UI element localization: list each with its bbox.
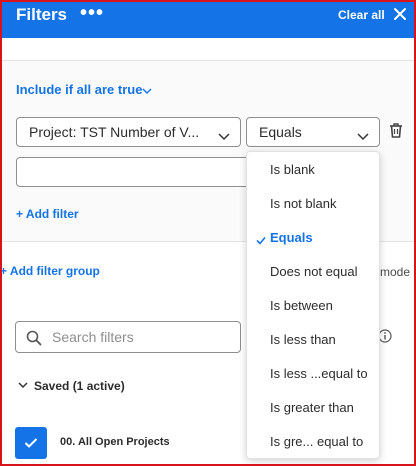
chevron-down-icon [357,128,369,141]
include-condition-dropdown[interactable]: Include if all are true [16,82,152,97]
menu-item-is-greater-than[interactable]: Is greater than [247,391,379,425]
operator-select[interactable]: Equals [246,117,380,147]
operator-menu: Is blank Is not blank Equals Does not eq… [246,151,380,459]
add-filter-group-button[interactable]: + Add filter group [0,264,100,278]
add-filter-button[interactable]: + Add filter [16,207,79,221]
chevron-down-icon [142,84,152,94]
menu-item-is-not-blank[interactable]: Is not blank [247,187,379,221]
menu-item-is-blank[interactable]: Is blank [247,153,379,187]
filters-header: Filters ••• Clear all [0,0,416,38]
menu-item-is-less-or-equal[interactable]: Is less ...equal to [247,357,379,391]
menu-item-is-less-than[interactable]: Is less than [247,323,379,357]
checkmark-icon [256,233,266,245]
saved-heading: Saved (1 active) [34,379,125,393]
menu-item-equals[interactable]: Equals [247,221,379,255]
search-icon [26,330,42,346]
clear-all-button[interactable]: Clear all [338,8,385,22]
menu-item-does-not-equal[interactable]: Does not equal [247,255,379,289]
search-filters-field[interactable]: Search filters [15,321,241,353]
menu-item-is-greater-or-equal[interactable]: Is gre... equal to [247,425,379,459]
filter-field-value: Project: TST Number of V... [29,124,200,140]
info-icon[interactable] [378,329,392,343]
checkmark-icon [24,438,38,448]
saved-filter-name[interactable]: 00. All Open Projects [60,436,170,448]
chevron-down-icon [218,128,230,141]
saved-section-toggle[interactable]: Saved (1 active) [18,379,125,393]
panel-title: Filters [16,5,68,24]
mode-label: mode [380,265,411,279]
include-condition-label: Include if all are true [16,82,143,97]
chevron-down-icon [18,379,28,389]
menu-item-is-between[interactable]: Is between [247,289,379,323]
operator-value: Equals [259,124,302,140]
filter-field-select[interactable]: Project: TST Number of V... [16,117,241,147]
search-placeholder: Search filters [52,329,134,345]
trash-icon[interactable] [388,122,404,139]
more-options-icon[interactable]: ••• [80,2,104,25]
saved-filter-checkbox[interactable] [15,427,47,459]
close-icon[interactable] [393,7,407,21]
filter-value-input[interactable] [16,157,256,187]
